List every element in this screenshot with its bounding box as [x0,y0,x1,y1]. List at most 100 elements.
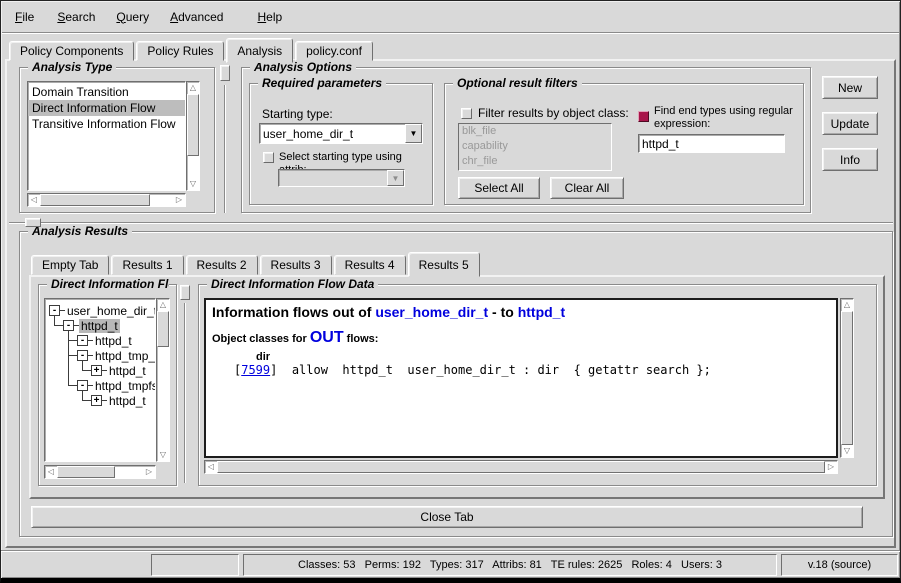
tab-results-2[interactable]: Results 2 [186,255,258,275]
tree-node-label[interactable]: httpd_t [79,319,120,333]
scroll-up-icon[interactable]: △ [841,299,853,311]
tree-row: - httpd_t [45,318,155,333]
flow-data-hscrollbar[interactable]: ◁ ▷ [204,460,838,474]
tree-node-label[interactable]: httpd_t [93,334,134,348]
tree-node-label[interactable]: httpd_t [107,394,148,408]
flow-data-subheading: Object classes for OUT flows: [212,329,836,347]
list-item[interactable]: Direct Information Flow [28,100,185,116]
optional-filters-title: Optional result filters [453,76,582,91]
scrollbar-thumb[interactable] [841,311,853,445]
scrollbar-thumb[interactable] [217,461,825,473]
flow-data-vscrollbar[interactable]: △ ▽ [840,298,854,458]
select-all-button[interactable]: Select All [458,177,540,199]
tab-policy-conf[interactable]: policy.conf [295,41,373,61]
regex-checkbox-label[interactable]: Find end types using regular expression: [654,105,796,131]
results-sash-line[interactable] [184,303,186,483]
info-button[interactable]: Info [822,148,878,171]
tab-policy-components[interactable]: Policy Components [9,41,134,61]
regex-input[interactable] [639,136,784,153]
tree-node-label[interactable]: httpd_tmpfs_ [93,379,156,393]
tab-empty-tab[interactable]: Empty Tab [31,255,109,275]
vertical-sash-handle[interactable] [220,65,230,81]
update-button[interactable]: Update [822,112,878,135]
scroll-right-icon[interactable]: ▷ [143,466,155,478]
tab-results-4[interactable]: Results 4 [334,255,406,275]
rule-number-link[interactable]: 7599 [241,363,270,377]
flow-tree-hscrollbar[interactable]: ◁ ▷ [44,465,156,479]
flow-tree-vscrollbar[interactable]: △ ▽ [156,298,170,462]
regex-checkbox[interactable] [638,111,649,122]
tree-expander-icon[interactable]: - [77,350,88,361]
flow-tree[interactable]: - user_home_dir_t - httpd_t - httpd_t - … [44,298,156,462]
tree-expander-icon[interactable]: - [63,320,74,331]
scrollbar-trough[interactable] [187,156,199,178]
object-class-checkbox[interactable] [461,108,472,119]
vertical-sash-line[interactable] [224,85,226,213]
starting-type-label: Starting type: [262,107,333,121]
scroll-down-icon[interactable]: ▽ [187,178,199,190]
source-type: user_home_dir_t [375,304,488,320]
tab-results-3[interactable]: Results 3 [260,255,332,275]
scrollbar-thumb[interactable] [57,466,115,478]
flow-data-heading: Information flows out of user_home_dir_t… [212,304,836,320]
tree-row: - httpd_t [45,333,155,348]
menubar-separator [2,32,899,34]
scrollbar-thumb[interactable] [187,94,199,156]
menu-help[interactable]: Help [253,7,286,27]
target-type: httpd_t [518,304,565,320]
scroll-up-icon[interactable]: △ [157,299,169,311]
menu-query[interactable]: Query [112,7,153,27]
scrollbar-thumb[interactable] [157,311,169,347]
tree-expander-icon[interactable]: + [91,365,102,376]
tree-node-label[interactable]: httpd_tmp_t [93,349,156,363]
scroll-down-icon[interactable]: ▽ [841,445,853,457]
tab-analysis[interactable]: Analysis [226,38,293,63]
dropdown-arrow-icon[interactable]: ▼ [405,124,422,143]
scroll-up-icon[interactable]: △ [187,82,199,94]
scrollbar-thumb[interactable] [40,194,150,206]
tree-row: - httpd_tmp_t [45,348,155,363]
tab-policy-rules[interactable]: Policy Rules [136,41,224,61]
scrollbar-trough[interactable] [150,194,173,206]
tree-expander-icon[interactable]: - [77,335,88,346]
new-button[interactable]: New [822,76,878,99]
flow-direction: OUT [310,329,344,346]
tree-row: + httpd_t [45,393,155,408]
analysis-type-hscrollbar[interactable]: ◁ ▷ [27,193,186,207]
list-item: chr_file [459,154,611,169]
scroll-left-icon[interactable]: ◁ [205,461,217,473]
scroll-left-icon[interactable]: ◁ [28,194,40,206]
starting-type-combobox[interactable]: ▼ [259,123,423,144]
analysis-type-listbox[interactable]: Domain Transition Direct Information Flo… [27,81,186,191]
required-parameters-title: Required parameters [258,76,386,91]
clear-all-button[interactable]: Clear All [550,177,624,199]
object-class-checkbox-label[interactable]: Filter results by object class: [478,106,629,120]
list-item[interactable]: Domain Transition [28,84,185,100]
list-item[interactable]: Transitive Information Flow [28,116,185,132]
analysis-results-title: Analysis Results [28,224,132,239]
scrollbar-trough[interactable] [157,347,169,449]
tree-expander-icon[interactable]: - [49,305,60,316]
scrollbar-trough[interactable] [115,466,143,478]
menu-search[interactable]: Search [53,7,99,27]
scroll-right-icon[interactable]: ▷ [173,194,185,206]
horizontal-sash-handle[interactable] [25,218,41,227]
scroll-down-icon[interactable]: ▽ [157,449,169,461]
tab-results-5[interactable]: Results 5 [408,252,480,277]
close-tab-button[interactable]: Close Tab [31,506,863,528]
scroll-right-icon[interactable]: ▷ [825,461,837,473]
scroll-left-icon[interactable]: ◁ [45,466,57,478]
tree-node-label[interactable]: user_home_dir_t [65,304,156,318]
horizontal-sash-line[interactable] [9,222,893,224]
attrib-checkbox[interactable] [263,152,274,163]
tree-node-label[interactable]: httpd_t [107,364,148,378]
tab-results-1[interactable]: Results 1 [111,255,183,275]
menu-file[interactable]: File [11,7,38,27]
flow-data-textarea[interactable]: Information flows out of user_home_dir_t… [204,298,838,458]
tree-expander-icon[interactable]: - [77,380,88,391]
analysis-type-vscrollbar[interactable]: △ ▽ [186,81,200,191]
tree-expander-icon[interactable]: + [91,395,102,406]
results-sash-handle[interactable] [180,285,190,300]
starting-type-input[interactable] [260,124,405,143]
menu-advanced[interactable]: Advanced [166,7,227,27]
